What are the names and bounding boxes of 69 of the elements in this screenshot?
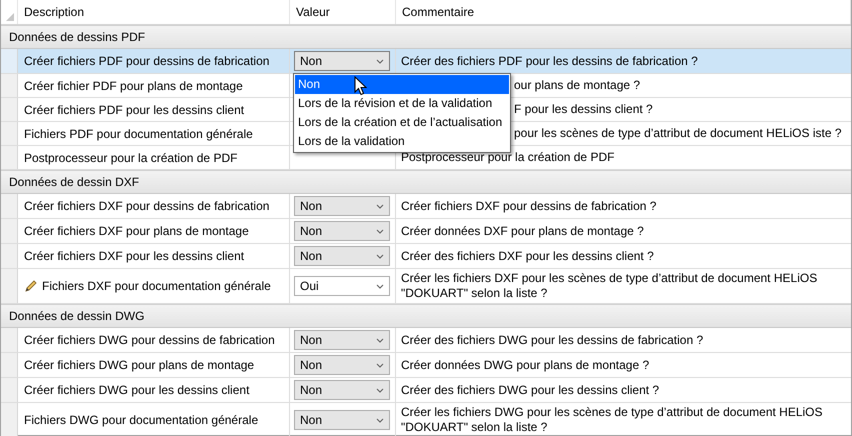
comment-text: Créer les fichiers DWG pour les scènes de type d’attribut de document HELiOS "DOKUART" selon la liste ? <box>401 405 824 435</box>
row-header[interactable] <box>1 244 18 268</box>
comment-text: pour les scènes de type d’attribut de document HELiOS iste ? <box>514 126 842 141</box>
group-header[interactable]: Données de dessin DXF <box>1 170 851 194</box>
column-header[interactable]: Description <box>18 0 290 24</box>
value-dropdown[interactable]: Oui <box>294 276 390 296</box>
property-label[interactable]: Créer fichiers PDF pour les dessins client <box>24 100 244 118</box>
value-dropdown[interactable]: Non <box>294 196 390 216</box>
dropdown-option[interactable]: Non <box>295 75 509 94</box>
row-header[interactable] <box>1 378 18 402</box>
property-label[interactable]: Créer fichiers DWG pour plans de montage <box>24 356 254 374</box>
chevron-icon <box>376 204 384 208</box>
column-header[interactable]: Commentaire <box>396 0 851 24</box>
property-label[interactable]: Fichiers DWG pour documentation générale <box>24 411 258 429</box>
comment-text: Créer des fichiers PDF pour les dessins de fabrication ? <box>401 54 698 68</box>
property-label[interactable]: Créer fichiers DWG pour les dessins client <box>24 381 250 399</box>
row-header[interactable] <box>1 353 18 377</box>
value-dropdown[interactable]: Non <box>294 221 390 241</box>
property-label[interactable]: Postprocesseur pour la création de PDF <box>24 148 238 166</box>
chevron-icon <box>376 58 384 64</box>
property-label[interactable]: Créer fichiers DXF pour dessins de fabrication <box>24 197 270 215</box>
property-label[interactable]: Créer fichier PDF pour plans de montage <box>24 76 243 94</box>
property-label[interactable]: Créer fichiers DXF pour plans de montage <box>24 222 249 240</box>
property-label[interactable]: Créer fichiers PDF pour dessins de fabrication <box>24 52 270 70</box>
chevron-icon <box>376 388 384 392</box>
row-header[interactable] <box>1 194 18 218</box>
chevron-icon <box>376 254 384 258</box>
group-header[interactable]: Données de dessin DWG <box>1 304 851 328</box>
chevron-icon <box>376 284 384 288</box>
row-header[interactable] <box>1 122 18 145</box>
comment-text: Créer des fichiers DWG pour les dessins client ? <box>401 382 660 398</box>
comment-text: Créer des fichiers DXF pour les dessins client ? <box>401 248 654 264</box>
row-header[interactable] <box>1 269 18 303</box>
row-header[interactable] <box>1 403 18 436</box>
value-dropdown[interactable]: Non <box>294 246 390 266</box>
comment-text: F pour les dessins client ? <box>514 102 653 117</box>
comment-text: our plans de montage ? <box>514 78 640 93</box>
row-header[interactable] <box>1 146 18 169</box>
corner-icon <box>6 13 14 21</box>
comment-text: Créer fichiers DXF pour dessins de fabrication ? <box>401 198 656 214</box>
value-dropdown[interactable]: Non <box>294 51 390 71</box>
dropdown-option[interactable]: Lors de la création et de l’actualisation <box>295 113 509 132</box>
chevron-icon <box>376 338 384 342</box>
value-dropdown[interactable]: Non <box>294 410 390 430</box>
chevron-icon <box>376 418 384 422</box>
row-header[interactable] <box>1 49 18 73</box>
chevron-icon <box>376 228 384 234</box>
property-label[interactable]: Créer fichiers DWG pour dessins de fabrication <box>24 331 275 349</box>
value-dropdown[interactable]: Non <box>294 330 390 350</box>
comment-text: Postprocesseur pour la création de PDF <box>401 150 614 165</box>
row-header[interactable] <box>1 219 18 243</box>
value-dropdown[interactable]: Non <box>294 355 390 375</box>
comment-text: Créer données DWG pour plans de montage ? <box>401 358 650 372</box>
value-dropdown[interactable]: Non <box>294 380 390 400</box>
comment-text: Créer les fichiers DXF pour les scènes de type d’attribut de document HELiOS "DOKUART" selon la liste ? <box>401 271 818 301</box>
property-label[interactable]: Créer fichiers DXF pour les dessins client <box>24 247 244 265</box>
chevron-icon <box>376 362 384 368</box>
group-header[interactable]: Données de dessins PDF <box>1 25 851 49</box>
comment-text: Créer données DXF pour plans de montage ? <box>401 224 644 238</box>
dropdown-option[interactable]: Lors de la validation <box>295 132 509 151</box>
property-label[interactable]: Fichiers DXF pour documentation générale <box>42 277 271 295</box>
row-header[interactable] <box>1 328 18 352</box>
dropdown-option[interactable]: Lors de la révision et de la validation <box>295 94 509 113</box>
column-header[interactable]: Valeur <box>290 0 396 24</box>
row-header[interactable] <box>1 98 18 121</box>
row-header[interactable] <box>1 74 18 97</box>
cursor-icon <box>354 76 367 96</box>
property-label[interactable]: Fichiers PDF pour documentation générale <box>24 124 253 142</box>
comment-text: Créer des fichiers DWG pour les dessins de fabrication ? <box>401 332 704 348</box>
